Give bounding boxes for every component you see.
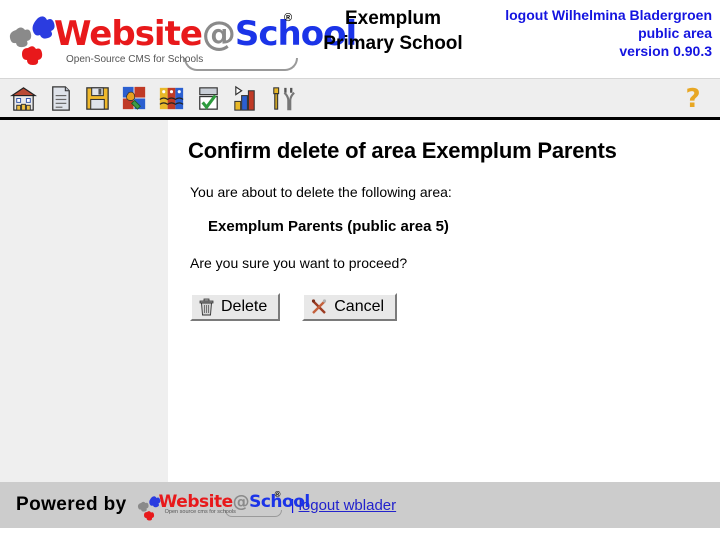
site-logo: Website@School ® Open-Source CMS for Sch…: [8, 6, 357, 72]
version-label: version 0.90.3: [619, 43, 712, 59]
current-area-label: public area: [638, 25, 712, 41]
account-info: logout Wilhelmina Bladergroen public are…: [505, 6, 712, 60]
page-icon[interactable]: [45, 83, 76, 114]
modules-puzzle-icon[interactable]: [119, 83, 150, 114]
delete-button-label: Delete: [221, 298, 268, 315]
school-name-line2: Primary School: [323, 33, 463, 54]
content-area: Confirm delete of area Exemplum Parents …: [0, 120, 720, 482]
school-icon[interactable]: [8, 83, 39, 114]
footer-logo: Website@School ® Open source cms for sch…: [137, 489, 310, 521]
confirm-question: Are you sure you want to proceed?: [190, 255, 408, 271]
logo-registered-mark: ®: [284, 12, 293, 24]
button-row: Delete Cancel: [168, 271, 720, 321]
target-area-label: Exemplum Parents (public area 5): [208, 218, 449, 235]
main-panel: Confirm delete of area Exemplum Parents …: [168, 120, 720, 482]
page-title: Confirm delete of area Exemplum Parents: [188, 138, 617, 163]
logo-wordmark: Website@School: [54, 14, 357, 54]
sidebar-menu: [0, 120, 168, 482]
bottom-strip: [0, 528, 720, 538]
cancel-button-label: Cancel: [334, 298, 385, 315]
svg-text:?: ?: [685, 84, 700, 114]
intro-text: You are about to delete the following ar…: [190, 184, 452, 200]
main-toolbar: ?: [0, 78, 720, 120]
save-floppy-icon[interactable]: [82, 83, 113, 114]
footer-logout-link[interactable]: logout wblader: [299, 497, 397, 514]
puzzle-pieces-icon: [9, 16, 55, 65]
users-faces-icon[interactable]: [156, 83, 187, 114]
crossed-tools-icon: [312, 299, 327, 314]
page-header: Website@School ® Open-Source CMS for Sch…: [0, 0, 720, 78]
tools-wrench-icon[interactable]: [267, 83, 298, 114]
logo-word-at: @: [201, 14, 236, 54]
delete-button[interactable]: Delete: [190, 293, 281, 321]
page-root: Website@School ® Open-Source CMS for Sch…: [0, 0, 720, 540]
powered-by-label: Powered by: [16, 494, 127, 515]
trash-can-icon: [199, 298, 214, 316]
tasks-checklist-icon[interactable]: [193, 83, 224, 114]
cancel-button[interactable]: Cancel: [302, 293, 398, 321]
school-name-line1: Exemplum: [344, 8, 442, 29]
logout-user-link[interactable]: logout Wilhelmina Bladergroen: [505, 6, 712, 24]
page-footer: Powered by Website@School ® Open source …: [0, 482, 720, 528]
logo-tagline: Open-Source CMS for Schools: [66, 54, 204, 65]
logo-word-website: Website: [54, 14, 203, 54]
help-question-icon[interactable]: ?: [680, 84, 706, 114]
school-name: Exemplum Primary School: [318, 6, 468, 56]
footer-logo-tagline: Open source cms for schools: [164, 509, 236, 515]
footer-logo-registered-mark: ®: [274, 490, 281, 499]
statistics-bar-chart-icon[interactable]: [230, 83, 261, 114]
toolbar-icon-group: [8, 83, 298, 114]
